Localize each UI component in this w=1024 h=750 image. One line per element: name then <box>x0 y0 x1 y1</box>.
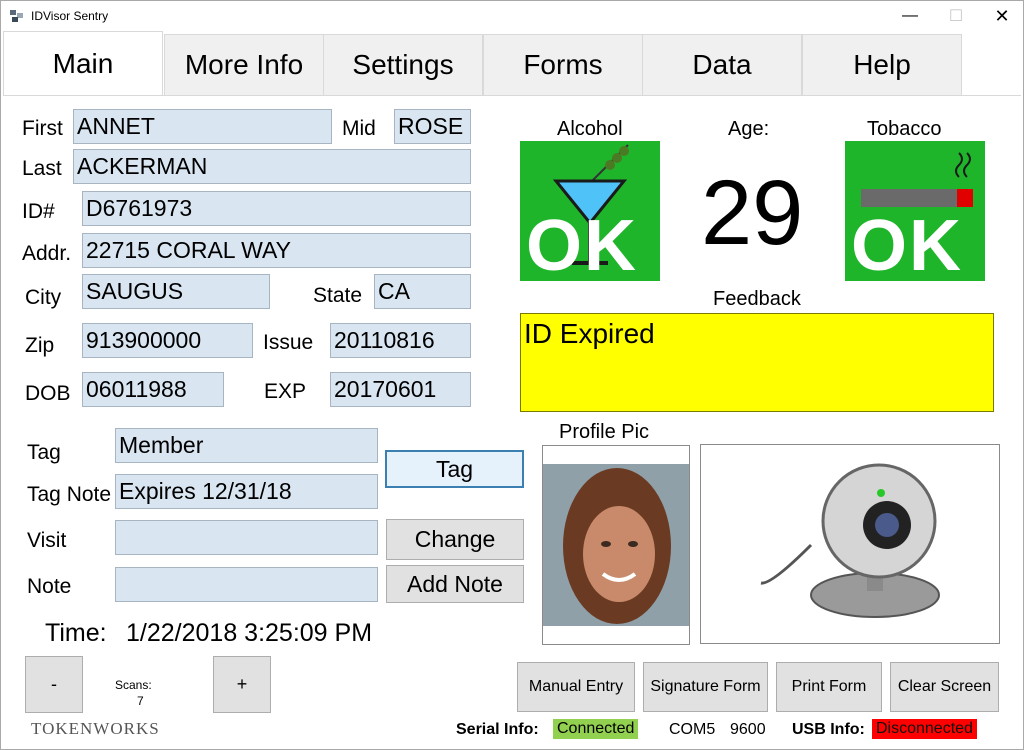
age-value: 29 <box>701 162 804 264</box>
tab-settings[interactable]: Settings <box>323 34 483 95</box>
tokenworks-logo: TOKENWORKS <box>31 719 160 738</box>
scans-decrement-button[interactable]: - <box>25 656 83 713</box>
note-label: Note <box>27 575 72 598</box>
tobacco-ok-text: OK <box>851 206 963 281</box>
usb-status-badge: Disconnected <box>872 719 977 739</box>
tab-help[interactable]: Help <box>802 34 962 95</box>
serial-status-badge: Connected <box>553 719 639 739</box>
print-form-button[interactable]: Print Form <box>776 662 882 712</box>
dob-field[interactable]: 06011988 <box>82 372 224 407</box>
feedback-box: ID Expired <box>520 313 994 412</box>
exp-label: EXP <box>264 380 307 403</box>
state-field[interactable]: CA <box>374 274 471 309</box>
usb-info-label: USB Info: <box>792 721 865 738</box>
add-note-button[interactable]: Add Note <box>386 565 524 603</box>
address-label: Addr. <box>22 242 72 265</box>
zip-label: Zip <box>25 334 55 357</box>
age-label: Age: <box>728 118 770 140</box>
id-label: ID# <box>22 200 55 223</box>
com-port: COM5 <box>669 721 716 738</box>
middle-name-field[interactable]: ROSE <box>394 109 471 144</box>
manual-entry-button[interactable]: Manual Entry <box>517 662 635 712</box>
city-field[interactable]: SAUGUS <box>82 274 270 309</box>
zip-field[interactable]: 913900000 <box>82 323 253 358</box>
last-name-field[interactable]: ACKERMAN <box>73 149 471 184</box>
webcam-icon <box>760 463 940 618</box>
baud-rate: 9600 <box>730 721 766 738</box>
expiration-field[interactable]: 20170601 <box>330 372 471 407</box>
title-bar: IDVisor Sentry — ☐ ✕ <box>1 1 1023 31</box>
address-field[interactable]: 22715 CORAL WAY <box>82 233 471 268</box>
app-window: IDVisor Sentry — ☐ ✕ Main More Info Sett… <box>0 0 1024 750</box>
alcohol-ok-text: OK <box>526 206 638 281</box>
scans-increment-button[interactable]: + <box>213 656 271 713</box>
clear-screen-button[interactable]: Clear Screen <box>890 662 999 712</box>
signature-form-button[interactable]: Signature Form <box>643 662 768 712</box>
note-field[interactable] <box>115 567 378 602</box>
tag-label: Tag <box>27 441 61 464</box>
tab-more-info[interactable]: More Info <box>164 34 324 95</box>
issue-label: Issue <box>263 331 314 354</box>
state-label: State <box>313 284 363 307</box>
tab-divider <box>3 95 1021 96</box>
first-name-field[interactable]: ANNET <box>73 109 332 144</box>
tag-field[interactable]: Member <box>115 428 378 463</box>
first-label: First <box>22 117 63 140</box>
minimize-button[interactable]: — <box>887 1 933 31</box>
window-title: IDVisor Sentry <box>31 9 109 23</box>
app-icon <box>10 10 23 22</box>
time-value: 1/22/2018 3:25:09 PM <box>126 619 373 647</box>
profile-photo-frame <box>542 445 690 645</box>
alcohol-label: Alcohol <box>557 118 623 140</box>
close-button[interactable]: ✕ <box>979 1 1024 31</box>
tag-button[interactable]: Tag <box>385 450 524 488</box>
profile-photo <box>543 464 689 626</box>
visit-label: Visit <box>27 529 67 552</box>
tobacco-label: Tobacco <box>867 118 942 140</box>
scans-count: 7 <box>137 694 144 708</box>
tobacco-status-box: OK <box>845 141 985 281</box>
last-label: Last <box>22 157 62 180</box>
dob-label: DOB <box>25 382 71 405</box>
issue-date-field[interactable]: 20110816 <box>330 323 471 358</box>
tab-forms[interactable]: Forms <box>483 34 643 95</box>
tag-note-label: Tag Note <box>27 483 112 506</box>
serial-info-label: Serial Info: <box>456 721 539 738</box>
scans-label: Scans: <box>115 678 152 692</box>
mid-label: Mid <box>342 117 376 140</box>
feedback-label: Feedback <box>713 288 801 310</box>
maximize-button[interactable]: ☐ <box>933 1 979 31</box>
tab-data[interactable]: Data <box>642 34 802 95</box>
profile-pic-label: Profile Pic <box>559 421 650 443</box>
time-label: Time: <box>45 619 107 647</box>
city-label: City <box>25 286 62 309</box>
tag-note-field[interactable]: Expires 12/31/18 <box>115 474 378 509</box>
webcam-frame <box>700 444 1000 644</box>
change-button[interactable]: Change <box>386 519 524 560</box>
id-number-field[interactable]: D6761973 <box>82 191 471 226</box>
visit-field[interactable] <box>115 520 378 555</box>
alcohol-status-box: OK <box>520 141 660 281</box>
tab-main[interactable]: Main <box>3 31 163 95</box>
